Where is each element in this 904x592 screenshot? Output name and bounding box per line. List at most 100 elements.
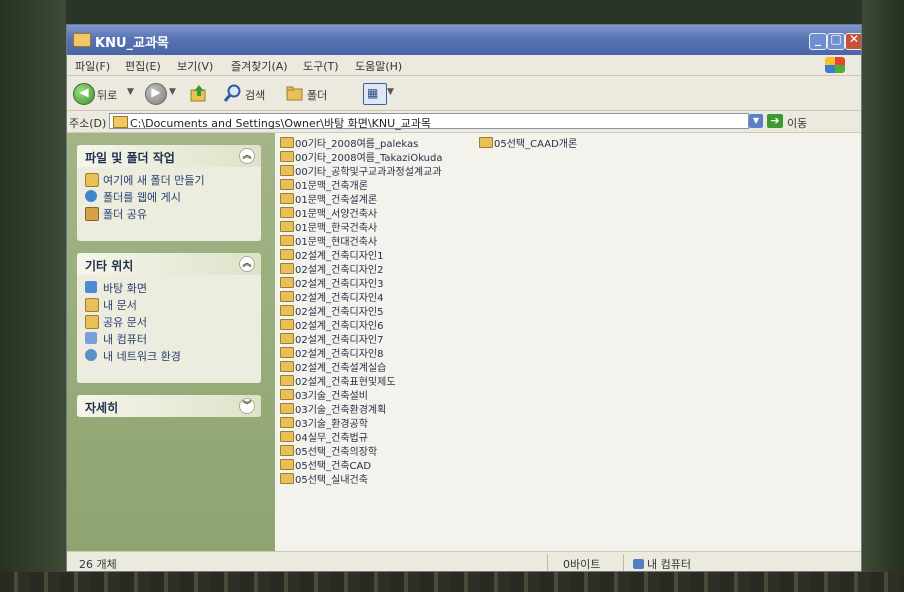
folder-icon — [280, 193, 294, 204]
file-tasks-header[interactable]: 파일 및 폴더 작업 ︽ — [77, 145, 261, 167]
folder-icon — [280, 291, 294, 302]
folder-icon — [280, 305, 294, 316]
folder-icon — [280, 375, 294, 386]
folder-icon — [280, 333, 294, 344]
go-arrow-icon[interactable]: ➔ — [767, 114, 783, 128]
folders-icon[interactable] — [285, 83, 305, 103]
windows-logo-icon — [825, 57, 845, 73]
title-bar[interactable]: KNU_교과목 _ □ ✕ — [67, 25, 861, 55]
folder-icon — [280, 473, 294, 484]
folder-icon — [479, 137, 493, 148]
folder-name: 02설계_건축표현및제도 — [295, 377, 396, 388]
task-share-folder[interactable]: 폴더 공유 — [77, 205, 261, 222]
network-icon — [85, 349, 97, 361]
address-dropdown-icon[interactable]: ▼ — [749, 114, 763, 128]
details-header[interactable]: 자세히 ︾ — [77, 395, 261, 417]
computer-icon — [85, 332, 97, 344]
task-publish-web[interactable]: 폴더를 웹에 게시 — [77, 188, 261, 205]
folder-icon — [73, 33, 91, 47]
place-label: 내 컴퓨터 — [103, 333, 147, 346]
toolbar: ◀ 뒤로 ▼ ▶ ▼ 검색 폴더 ▦ ▼ — [67, 76, 861, 111]
menu-edit[interactable]: 편집(E) — [125, 58, 161, 74]
address-bar: 주소(D) C:\Documents and Settings\Owner\바탕… — [67, 111, 861, 133]
address-path: C:\Documents and Settings\Owner\바탕 화면\KN… — [130, 117, 431, 130]
go-button[interactable]: 이동 — [787, 115, 807, 131]
photo-background-bottom — [0, 572, 904, 592]
close-icon: ✕ — [848, 32, 860, 46]
folder-icon — [280, 179, 294, 190]
folder-name: 01문맥_서양건축사 — [295, 209, 378, 220]
globe-icon — [85, 190, 97, 202]
folder-name: 00기타_2008여름_TakaziOkuda — [295, 153, 443, 164]
folder-icon — [280, 207, 294, 218]
place-label: 내 문서 — [103, 299, 137, 312]
new-folder-icon — [85, 173, 99, 187]
forward-button[interactable]: ▶ — [145, 83, 167, 105]
status-divider — [623, 554, 624, 571]
task-new-folder[interactable]: 여기에 새 폴더 만들기 — [77, 171, 261, 188]
folder-name: 01문맥_건축설계론 — [295, 195, 378, 206]
up-folder-icon[interactable] — [189, 83, 209, 103]
task-label: 여기에 새 폴더 만들기 — [103, 174, 205, 187]
maximize-icon: □ — [830, 32, 842, 46]
menu-tools[interactable]: 도구(T) — [303, 58, 339, 74]
task-pane: 파일 및 폴더 작업 ︽ 여기에 새 폴더 만들기 폴더를 웹에 게시 폴더 공… — [67, 133, 275, 551]
search-button[interactable]: 검색 — [245, 87, 265, 103]
place-network[interactable]: 내 네트워크 환경 — [77, 347, 261, 364]
menu-help[interactable]: 도움말(H) — [355, 58, 402, 74]
views-button[interactable]: ▦ — [363, 83, 387, 105]
other-places-title: 기타 위치 — [85, 259, 134, 273]
place-desktop[interactable]: 바탕 화면 — [77, 279, 261, 296]
details-panel: 자세히 ︾ — [77, 395, 261, 417]
folders-button[interactable]: 폴더 — [307, 87, 327, 103]
place-my-computer[interactable]: 내 컴퓨터 — [77, 330, 261, 347]
chevron-down-icon[interactable]: ︾ — [239, 398, 255, 414]
folder-icon — [280, 137, 294, 148]
address-input[interactable]: C:\Documents and Settings\Owner\바탕 화면\KN… — [109, 113, 749, 130]
maximize-button[interactable]: □ — [827, 32, 845, 50]
folder-icon — [280, 361, 294, 372]
folder-icon — [280, 235, 294, 246]
status-bar: 26 개체 0바이트 내 컴퓨터 — [67, 551, 861, 571]
search-icon[interactable] — [223, 83, 243, 103]
menu-bar: 파일(F) 편집(E) 보기(V) 즐겨찾기(A) 도구(T) 도움말(H) — [67, 55, 861, 76]
folder-name: 02설계_건축디자인4 — [295, 293, 384, 304]
forward-dropdown-icon[interactable]: ▼ — [169, 87, 176, 97]
folder-name: 04실무_건축법규 — [295, 433, 368, 444]
task-label: 폴더 공유 — [103, 208, 147, 221]
folder-icon — [280, 319, 294, 330]
views-dropdown-icon[interactable]: ▼ — [387, 87, 394, 97]
folder-icon — [280, 165, 294, 176]
folder-name: 02설계_건축디자인2 — [295, 265, 384, 276]
back-dropdown-icon[interactable]: ▼ — [127, 87, 134, 97]
back-arrow-icon: ◀ — [79, 85, 89, 99]
other-places-header[interactable]: 기타 위치 ︽ — [77, 253, 261, 275]
back-button[interactable]: ◀ — [73, 83, 95, 105]
folder-icon — [280, 347, 294, 358]
place-my-documents[interactable]: 내 문서 — [77, 296, 261, 313]
status-location-label: 내 컴퓨터 — [647, 558, 691, 571]
chevron-up-icon[interactable]: ︽ — [239, 256, 255, 272]
folder-name: 02설계_건축디자인3 — [295, 279, 384, 290]
chevron-up-icon[interactable]: ︽ — [239, 148, 255, 164]
menu-view[interactable]: 보기(V) — [177, 58, 213, 74]
share-folder-icon — [85, 207, 99, 221]
minimize-button[interactable]: _ — [809, 32, 827, 50]
folder-icon — [280, 249, 294, 260]
folder-icon — [280, 263, 294, 274]
close-button[interactable]: ✕ — [845, 32, 861, 50]
folder-name: 02설계_건축디자인7 — [295, 335, 384, 346]
photo-background-top — [0, 0, 904, 24]
shared-folder-icon — [85, 315, 99, 329]
file-tasks-title: 파일 및 폴더 작업 — [85, 151, 175, 165]
menu-favorites[interactable]: 즐겨찾기(A) — [231, 58, 288, 74]
folder-name: 02설계_건축디자인6 — [295, 321, 384, 332]
folder-icon — [280, 221, 294, 232]
forward-arrow-icon: ▶ — [151, 85, 161, 99]
photo-background-left — [0, 0, 66, 592]
menu-file[interactable]: 파일(F) — [75, 58, 110, 74]
address-label: 주소(D) — [69, 117, 107, 130]
desktop-icon — [85, 281, 97, 293]
explorer-window: KNU_교과목 _ □ ✕ 파일(F) 편집(E) 보기(V) 즐겨찾기(A) … — [66, 24, 862, 572]
place-shared-documents[interactable]: 공유 문서 — [77, 313, 261, 330]
